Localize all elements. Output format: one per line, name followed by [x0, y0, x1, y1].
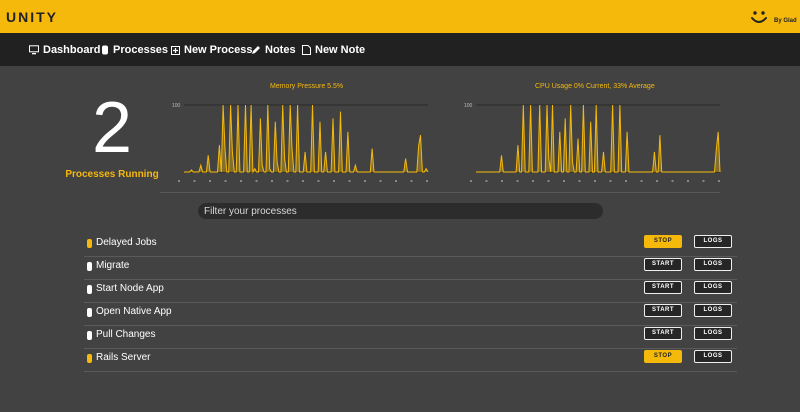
process-status-icon [87, 354, 92, 363]
top-bar: UNITY By Glad [0, 0, 800, 33]
nav-dashboard-label: Dashboard [43, 44, 101, 56]
nav-new-process-label: New Process [184, 44, 253, 56]
x-tick-mark [302, 180, 304, 182]
logs-button[interactable]: LOGS [694, 281, 732, 294]
y-tick-label: 100 [172, 103, 181, 109]
process-name: Rails Server [96, 352, 151, 363]
process-row: Migrate START LOGS [84, 256, 737, 280]
logs-button[interactable]: LOGS [694, 327, 732, 340]
nav-notes[interactable]: Notes [251, 43, 296, 57]
x-tick-mark [348, 180, 351, 182]
x-tick-mark [395, 180, 397, 182]
x-tick-mark [687, 180, 689, 182]
x-tick-mark [271, 180, 273, 182]
smiley-icon [751, 11, 767, 23]
x-tick-mark [209, 180, 211, 182]
x-tick-mark [594, 180, 596, 182]
process-status-icon [87, 308, 92, 317]
nav-processes[interactable]: Processes [101, 43, 168, 57]
memory-pressure-chart: 100 [172, 103, 429, 182]
x-tick-mark [364, 180, 366, 182]
x-tick-mark [470, 180, 472, 182]
monitor-icon [29, 45, 39, 55]
x-tick-mark [240, 180, 242, 182]
process-status-icon [87, 239, 92, 248]
start-button[interactable]: START [644, 304, 682, 317]
process-status-icon [87, 331, 92, 340]
x-tick-mark [379, 180, 382, 182]
x-tick-mark [625, 180, 627, 182]
process-row: Rails Server STOP LOGS [84, 348, 737, 372]
x-tick-mark [501, 180, 503, 182]
y-tick-label: 100 [464, 103, 473, 109]
x-tick-mark [255, 180, 258, 182]
x-tick-mark [286, 180, 289, 182]
x-tick-mark [410, 180, 413, 182]
process-name: Pull Changes [96, 329, 156, 340]
stop-button[interactable]: STOP [644, 350, 682, 363]
process-name: Delayed Jobs [96, 237, 157, 248]
running-count: 2 [91, 88, 133, 168]
process-status-icon [87, 262, 92, 271]
logs-button[interactable]: LOGS [694, 258, 732, 271]
cpu-usage-chart: 100 [464, 103, 721, 182]
nav-new-note-label: New Note [315, 44, 366, 56]
process-row: Start Node App START LOGS [84, 279, 737, 303]
process-name: Open Native App [96, 306, 172, 317]
x-tick-mark [178, 180, 180, 182]
x-tick-mark [333, 180, 335, 182]
x-tick-mark [609, 180, 612, 182]
process-name: Migrate [96, 260, 130, 271]
x-tick-mark [702, 180, 705, 182]
memory-chart-title: Memory Pressure 5.5% [270, 83, 344, 90]
start-button[interactable]: START [644, 281, 682, 294]
nav-new-note[interactable]: New Note [302, 43, 365, 57]
x-tick-mark [516, 180, 519, 182]
chart-line [184, 104, 429, 174]
cpu-chart-title: CPU Usage 0% Current, 33% Average [535, 83, 655, 90]
process-row: Open Native App START LOGS [84, 302, 737, 326]
chart-line [476, 104, 721, 173]
x-tick-mark [718, 180, 720, 182]
x-tick-mark [224, 180, 227, 182]
running-count-label: Processes Running [65, 169, 159, 180]
stop-button[interactable]: STOP [644, 235, 682, 248]
x-tick-mark [485, 180, 488, 182]
x-tick-mark [193, 180, 196, 182]
process-status-icon [87, 285, 92, 294]
start-button[interactable]: START [644, 327, 682, 340]
x-tick-mark [532, 180, 534, 182]
x-tick-mark [547, 180, 550, 182]
logs-button[interactable]: LOGS [694, 235, 732, 248]
x-tick-mark [426, 180, 428, 182]
app-title: UNITY [6, 9, 58, 25]
nav-new-process[interactable]: New Process [171, 43, 252, 57]
logs-button[interactable]: LOGS [694, 304, 732, 317]
x-tick-mark [563, 180, 565, 182]
app-byline: By Glad [774, 18, 797, 24]
start-button[interactable]: START [644, 258, 682, 271]
x-tick-mark [656, 180, 658, 182]
x-tick-mark [671, 180, 674, 182]
divider [160, 192, 720, 193]
process-row: Pull Changes START LOGS [84, 325, 737, 349]
cylinder-icon [102, 45, 108, 55]
plus-square-icon [171, 45, 180, 55]
logs-button[interactable]: LOGS [694, 350, 732, 363]
note-icon [302, 45, 311, 55]
x-tick-mark [317, 180, 320, 182]
x-tick-mark [578, 180, 581, 182]
process-row: Delayed Jobs STOP LOGS [84, 233, 737, 257]
filter-processes-input[interactable] [198, 203, 603, 219]
nav-bar: Dashboard Processes New Process Notes Ne… [0, 33, 800, 66]
process-name: Start Node App [96, 283, 164, 294]
x-tick-mark [640, 180, 643, 182]
pencil-icon [252, 46, 260, 54]
nav-processes-label: Processes [113, 44, 169, 56]
nav-notes-label: Notes [265, 44, 296, 56]
nav-dashboard[interactable]: Dashboard [29, 43, 100, 57]
